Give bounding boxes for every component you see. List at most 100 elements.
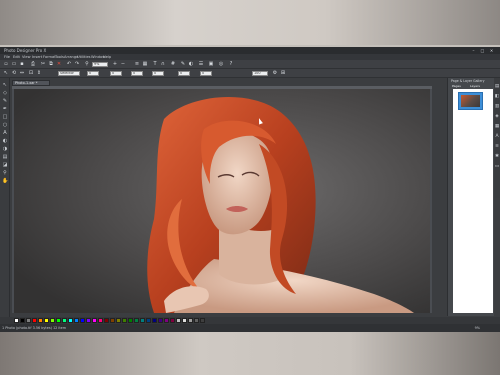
save-icon[interactable]: ▪ [19,61,25,67]
rotation-field[interactable]: 100 [252,71,268,76]
zoom-out-icon[interactable]: − [120,61,126,67]
color-swatch[interactable] [110,318,115,323]
pen-icon[interactable]: ✒ [2,106,8,112]
color-swatch[interactable] [164,318,169,323]
scale-y-field[interactable]: 0 [200,71,212,76]
status-text: 1 Photo (photo.tif 3.56 bytes) 12 item [2,326,67,330]
cut-icon[interactable]: ✂ [40,61,46,67]
print-icon[interactable]: ⎙ [30,61,36,67]
color-swatch[interactable] [188,318,193,323]
color-swatch[interactable] [98,318,103,323]
color-swatch[interactable] [32,318,37,323]
web-icon[interactable]: ◎ [218,61,224,67]
effects-panel-icon[interactable]: ◈ [494,114,500,120]
shape-editor-icon[interactable]: ◇ [2,90,8,96]
frame-panel-icon[interactable]: ▭ [494,164,500,170]
color-swatch[interactable] [14,318,19,323]
transparency-icon[interactable]: ◑ [2,146,8,152]
grid-icon[interactable]: # [170,61,176,67]
maximize-button[interactable]: □ [479,48,486,53]
color-swatch[interactable] [122,318,127,323]
color-swatch[interactable] [74,318,79,323]
lock-icon[interactable]: ⊡ [28,70,34,76]
text-tool-icon[interactable]: A [2,130,8,136]
delete-icon[interactable]: ✕ [56,61,62,67]
scale-x-field[interactable]: 0 [178,71,190,76]
layers-icon[interactable]: ☰ [198,61,204,67]
align-icon[interactable]: ≡ [134,61,140,67]
zoom-in-icon[interactable]: + [112,61,118,67]
open-icon[interactable]: ▭ [11,61,17,67]
color-swatch[interactable] [86,318,91,323]
bevel-icon[interactable]: ◪ [2,162,8,168]
magnet-icon[interactable]: ∩ [160,61,166,67]
color-swatch[interactable] [56,318,61,323]
page-thumbnail[interactable] [458,92,483,110]
zoom-tool-icon[interactable]: ⚲ [84,61,90,67]
color-swatch[interactable] [128,318,133,323]
width-field[interactable]: 0 [131,71,143,76]
help-icon[interactable]: ? [228,61,234,67]
minimize-button[interactable]: – [470,48,477,53]
y-field[interactable]: 0 [110,71,122,76]
settings-icon[interactable]: ⚙ [272,70,278,76]
fill-tool-icon[interactable]: ◐ [2,138,8,144]
photo-icon[interactable]: ▣ [208,61,214,67]
freehand-icon[interactable]: ✎ [2,98,8,104]
selector-dropdown[interactable]: Selector [58,71,80,76]
color-swatch[interactable] [26,318,31,323]
fill-panel-icon[interactable]: ▥ [494,104,500,110]
color-swatch[interactable] [44,318,49,323]
color-swatch[interactable] [62,318,67,323]
color-swatch[interactable] [182,318,187,323]
ellipse-icon[interactable]: ○ [2,122,8,128]
color-swatch[interactable] [80,318,85,323]
colors-panel-icon[interactable]: ◧ [494,94,500,100]
copy-icon[interactable]: ⧉ [48,61,54,67]
lines-panel-icon[interactable]: ≡ [494,144,500,150]
text-icon[interactable]: T [152,61,158,67]
clipart-panel-icon[interactable]: ✱ [494,154,500,160]
color-swatch[interactable] [194,318,199,323]
fonts-panel-icon[interactable]: A [494,134,500,140]
color-swatch[interactable] [134,318,139,323]
color-swatch[interactable] [158,318,163,323]
x-field[interactable]: 0 [87,71,99,76]
color-swatch[interactable] [170,318,175,323]
color-swatch[interactable] [68,318,73,323]
color-swatch[interactable] [146,318,151,323]
color-swatch[interactable] [176,318,181,323]
side-panel-icons: ▤ ◧ ▥ ◈ ▦ A ≡ ✱ ▭ [494,78,500,198]
arrow-icon[interactable]: ↖ [3,70,9,76]
pages-panel-icon[interactable]: ▤ [494,84,500,90]
color-swatch[interactable] [140,318,145,323]
height-field[interactable]: 0 [152,71,164,76]
undo-icon[interactable]: ↶ [66,61,72,67]
lock-ratio-icon[interactable]: ⊞ [280,70,286,76]
color-swatch[interactable] [92,318,97,323]
flip-icon[interactable]: ⇕ [36,70,42,76]
fill-icon[interactable]: ◐ [188,61,194,67]
mirror-icon[interactable]: ⇔ [19,70,25,76]
color-swatch[interactable] [104,318,109,323]
push-icon[interactable]: ✋ [2,178,8,184]
color-swatch[interactable] [152,318,157,323]
color-swatch[interactable] [200,318,205,323]
zoom-tool-left-icon[interactable]: ⚲ [2,170,8,176]
shadow-icon[interactable]: ▤ [2,154,8,160]
rotate-icon[interactable]: ⟲ [11,70,17,76]
redo-icon[interactable]: ↷ [74,61,80,67]
color-swatch[interactable] [50,318,55,323]
document-canvas[interactable] [12,89,432,313]
rectangle-icon[interactable]: □ [2,114,8,120]
bitmap-panel-icon[interactable]: ▦ [494,124,500,130]
brush-icon[interactable]: ✎ [180,61,186,67]
new-icon[interactable]: ▫ [3,61,9,67]
group-icon[interactable]: ▦ [142,61,148,67]
color-swatch[interactable] [116,318,121,323]
color-swatch[interactable] [20,318,25,323]
zoom-field[interactable]: 9% [92,62,108,67]
close-button[interactable]: ✕ [488,48,495,53]
selector-tool-icon[interactable]: ↖ [2,82,8,88]
color-swatch[interactable] [38,318,43,323]
